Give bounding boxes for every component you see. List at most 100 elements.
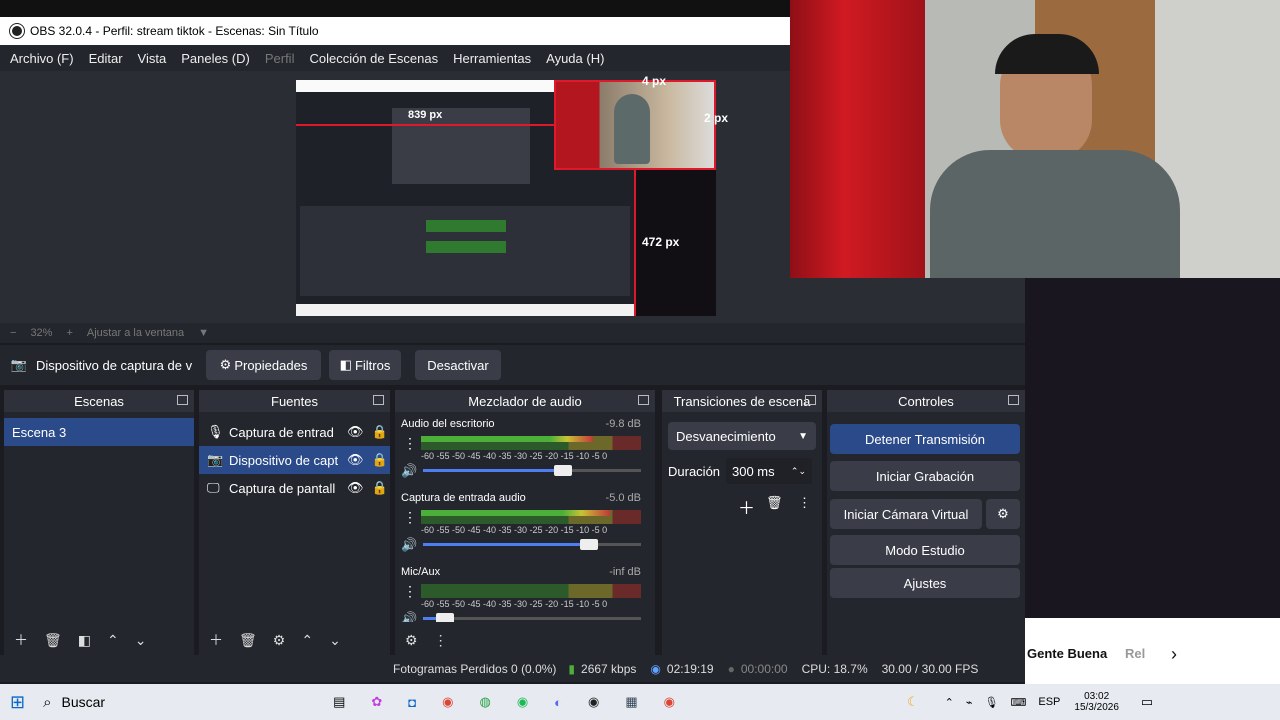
volume-slider[interactable]: [423, 465, 641, 476]
move-down-icon[interactable]: ⌄: [135, 632, 147, 649]
lock-icon[interactable]: 🔒: [372, 424, 388, 440]
taskview-icon[interactable]: ▤: [333, 694, 345, 710]
virtual-cam-settings-button[interactable]: ⚙: [986, 499, 1020, 529]
lock-icon[interactable]: 🔒: [372, 452, 388, 468]
eye-icon[interactable]: 👁: [347, 452, 364, 468]
weather-icon[interactable]: ☾: [907, 694, 919, 710]
tray-chevron-icon[interactable]: ⌃: [945, 696, 954, 709]
sources-title: Fuentes: [271, 393, 318, 409]
add-icon[interactable]: ＋: [738, 494, 755, 519]
filters-button[interactable]: ◧ Filtros: [329, 350, 401, 380]
move-up-icon[interactable]: ⌃: [301, 632, 313, 649]
start-record-button[interactable]: Iniciar Grabación: [830, 461, 1020, 491]
add-icon[interactable]: ＋: [209, 630, 223, 650]
speaker-icon[interactable]: 🔊: [401, 463, 417, 479]
deactivate-button[interactable]: Desactivar: [415, 350, 501, 380]
trash-icon[interactable]: 🗑: [766, 495, 783, 511]
gear-icon: ⚙: [219, 357, 232, 372]
studio-mode-button[interactable]: Modo Estudio: [830, 535, 1020, 565]
lock-icon[interactable]: 🔒: [372, 480, 388, 496]
spin-icon[interactable]: ⌃⌄: [791, 466, 806, 477]
menu-archivo[interactable]: Archivo (F): [10, 51, 74, 66]
menu-vista[interactable]: Vista: [138, 51, 167, 66]
speaker-icon[interactable]: 🔊: [401, 537, 417, 553]
trash-icon[interactable]: 🗑: [44, 632, 62, 649]
virtual-cam-button[interactable]: Iniciar Cámara Virtual: [830, 499, 982, 529]
volume-handle[interactable]: [579, 539, 598, 550]
menu-coleccion[interactable]: Colección de Escenas: [309, 51, 438, 66]
gear-icon[interactable]: ⚙: [273, 632, 286, 649]
undock-icon[interactable]: [805, 395, 816, 405]
channel-menu-icon[interactable]: ⋮: [403, 435, 417, 452]
channel-db: -9.8 dB: [605, 418, 641, 430]
fit-dropdown-icon[interactable]: ▼: [198, 327, 209, 339]
move-down-icon[interactable]: ⌄: [329, 632, 341, 649]
stop-stream-button[interactable]: Detener Transmisión: [830, 424, 1020, 454]
chrome-2-icon[interactable]: ◉: [664, 694, 675, 710]
undock-icon[interactable]: [373, 395, 384, 405]
more-menu-icon[interactable]: ⋮: [434, 632, 448, 649]
volume-slider[interactable]: [423, 613, 641, 622]
chrome-icon[interactable]: ◉: [442, 694, 453, 710]
menu-perfil[interactable]: Perfil: [265, 51, 295, 66]
speaker-icon[interactable]: 🔊: [401, 611, 417, 622]
move-up-icon[interactable]: ⌃: [107, 632, 119, 649]
keyboard-icon[interactable]: ⌨: [1010, 696, 1026, 709]
menu-herramientas[interactable]: Herramientas: [453, 51, 531, 66]
eye-icon[interactable]: 👁: [347, 424, 364, 440]
volume-slider[interactable]: [423, 539, 641, 550]
mixer-title: Mezclador de audio: [468, 393, 582, 409]
zoom-out-button[interactable]: −: [10, 327, 16, 339]
undock-icon[interactable]: [177, 395, 188, 405]
search-icon[interactable]: ⌕: [43, 694, 51, 711]
add-icon[interactable]: ＋: [14, 630, 28, 650]
preview-canvas[interactable]: 839 px 472 px: [296, 80, 716, 316]
duration-input[interactable]: 300 ms ⌃⌄: [726, 458, 812, 484]
browser-item[interactable]: Gente Buena: [1027, 646, 1107, 661]
language[interactable]: ESP: [1038, 696, 1060, 708]
undock-icon[interactable]: [638, 395, 649, 405]
zoom-in-button[interactable]: +: [66, 327, 72, 339]
scene-item[interactable]: Escena 3: [4, 418, 194, 446]
spotify-icon[interactable]: ◉: [517, 694, 528, 710]
menu-paneles[interactable]: Paneles (D): [181, 51, 250, 66]
browser-item[interactable]: Rel: [1125, 646, 1145, 661]
menu-editar[interactable]: Editar: [89, 51, 123, 66]
scene-filter-icon[interactable]: ◧: [78, 632, 91, 649]
chevron-right-icon[interactable]: ›: [1171, 644, 1177, 665]
settings-button[interactable]: Ajustes: [830, 568, 1020, 598]
selection-box[interactable]: [554, 80, 716, 170]
top-strip: [0, 0, 790, 17]
clock[interactable]: 03:02 15/3/2026: [1074, 691, 1119, 713]
undock-icon[interactable]: [1008, 395, 1019, 405]
windows-start-icon[interactable]: ⊞: [10, 692, 25, 713]
advanced-audio-icon[interactable]: ⚙: [405, 632, 418, 649]
obs-taskbar-icon[interactable]: ◉: [588, 694, 599, 710]
discord-icon[interactable]: ◐: [554, 695, 562, 710]
mic-tray-icon[interactable]: 🎙: [985, 696, 999, 709]
whatsapp-icon[interactable]: ◍: [479, 694, 490, 710]
outlook-icon[interactable]: ◘: [408, 695, 416, 710]
channel-db: -5.0 dB: [605, 492, 641, 504]
properties-button[interactable]: ⚙ Propiedades: [206, 350, 321, 380]
taskbar-search[interactable]: Buscar: [62, 694, 106, 710]
volume-handle[interactable]: [553, 465, 572, 476]
trash-icon[interactable]: 🗑: [239, 632, 257, 649]
source-item[interactable]: 🖵 Captura de pantall 👁 🔒: [199, 474, 390, 502]
eye-icon[interactable]: 👁: [347, 480, 364, 496]
channel-menu-icon[interactable]: ⋮: [403, 509, 417, 526]
notepad-icon[interactable]: ▦: [625, 694, 637, 710]
notifications-icon[interactable]: ▭: [1141, 694, 1153, 710]
meter-scale: -60 -55 -50 -45 -40 -35 -30 -25 -20 -15 …: [421, 451, 608, 461]
channel-menu-icon[interactable]: ⋮: [403, 583, 417, 600]
volume-handle[interactable]: [435, 613, 454, 622]
network-icon[interactable]: ⌁: [966, 696, 973, 709]
more-menu-icon[interactable]: ⋮: [798, 495, 811, 511]
transition-select[interactable]: Desvanecimiento ▼: [668, 422, 816, 450]
menu-ayuda[interactable]: Ayuda (H): [546, 51, 604, 66]
channel-name: Captura de entrada audio: [401, 492, 526, 504]
copilot-icon[interactable]: ✿: [371, 694, 382, 710]
source-item[interactable]: 🎙 Captura de entrad 👁 🔒: [199, 418, 390, 446]
fit-window-label[interactable]: Ajustar a la ventana: [87, 327, 184, 339]
source-item[interactable]: 📷 Dispositivo de capt 👁 🔒: [199, 446, 390, 474]
